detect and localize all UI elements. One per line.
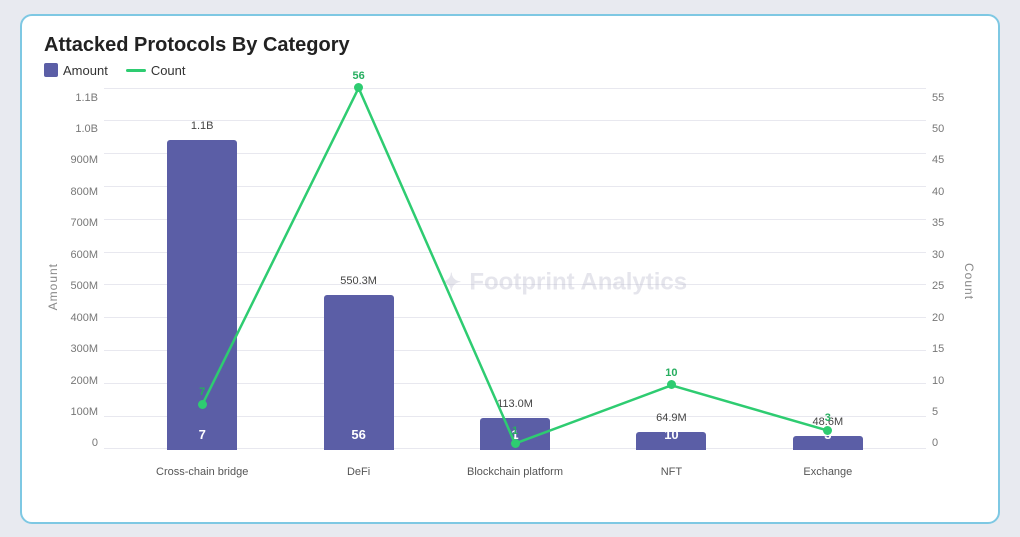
x-label-4: Exchange bbox=[750, 466, 906, 478]
bars-container: 1.1B7550.3M56113.0M164.9M1048.6M3 bbox=[104, 88, 926, 450]
x-label-3: NFT bbox=[593, 466, 749, 478]
bar-group-1: 550.3M56 bbox=[280, 295, 436, 450]
count-label-0: 7 bbox=[199, 386, 205, 398]
bar-4: 48.6M3 bbox=[793, 436, 863, 450]
chart-area: Amount 1.1B 1.0B 900M 800M 700M 600M 500… bbox=[44, 88, 976, 478]
legend: Amount Count bbox=[44, 63, 976, 78]
amount-legend-box bbox=[44, 63, 58, 77]
chart-card: Attacked Protocols By Category Amount Co… bbox=[20, 14, 1000, 524]
amount-legend-label: Amount bbox=[63, 63, 108, 78]
x-label-2: Blockchain platform bbox=[437, 466, 593, 478]
chart-title: Attacked Protocols By Category bbox=[44, 34, 976, 57]
bar-count-label-3: 10 bbox=[664, 427, 678, 442]
y-axis-right: Count 55 50 45 40 35 30 25 20 15 10 5 0 bbox=[926, 88, 976, 478]
count-legend-label: Count bbox=[151, 63, 186, 78]
bar-value-3: 64.9M bbox=[656, 412, 687, 424]
x-axis: Cross-chain bridgeDeFiBlockchain platfor… bbox=[104, 450, 926, 478]
y-right-label: Count bbox=[962, 263, 976, 300]
count-label-3: 10 bbox=[665, 367, 677, 379]
count-label-4: 3 bbox=[825, 412, 831, 424]
count-dot-0 bbox=[198, 400, 207, 409]
bar-3: 64.9M10 bbox=[636, 432, 706, 450]
x-label-0: Cross-chain bridge bbox=[124, 466, 280, 478]
bar-value-0: 1.1B bbox=[191, 120, 214, 132]
bar-count-label-0: 7 bbox=[199, 427, 206, 442]
bar-1: 550.3M56 bbox=[324, 295, 394, 450]
bar-value-1: 550.3M bbox=[340, 275, 377, 287]
x-label-1: DeFi bbox=[280, 466, 436, 478]
y-left-label: Amount bbox=[46, 263, 60, 310]
count-dot-4 bbox=[823, 426, 832, 435]
count-label-2: 1 bbox=[512, 425, 518, 437]
count-dot-2 bbox=[511, 439, 520, 448]
legend-count: Count bbox=[126, 63, 186, 78]
count-label-1: 56 bbox=[352, 70, 364, 82]
count-legend-line bbox=[126, 69, 146, 72]
legend-amount: Amount bbox=[44, 63, 108, 78]
y-axis-left: Amount 1.1B 1.0B 900M 800M 700M 600M 500… bbox=[44, 88, 104, 478]
bar-value-2: 113.0M bbox=[497, 398, 533, 410]
chart-inner: ✦ Footprint Analytics 1.1B7550.3M56113.0… bbox=[104, 88, 926, 478]
bar-group-3: 64.9M10 bbox=[593, 432, 749, 450]
bar-count-label-1: 56 bbox=[351, 427, 365, 442]
bar-group-4: 48.6M3 bbox=[750, 436, 906, 450]
